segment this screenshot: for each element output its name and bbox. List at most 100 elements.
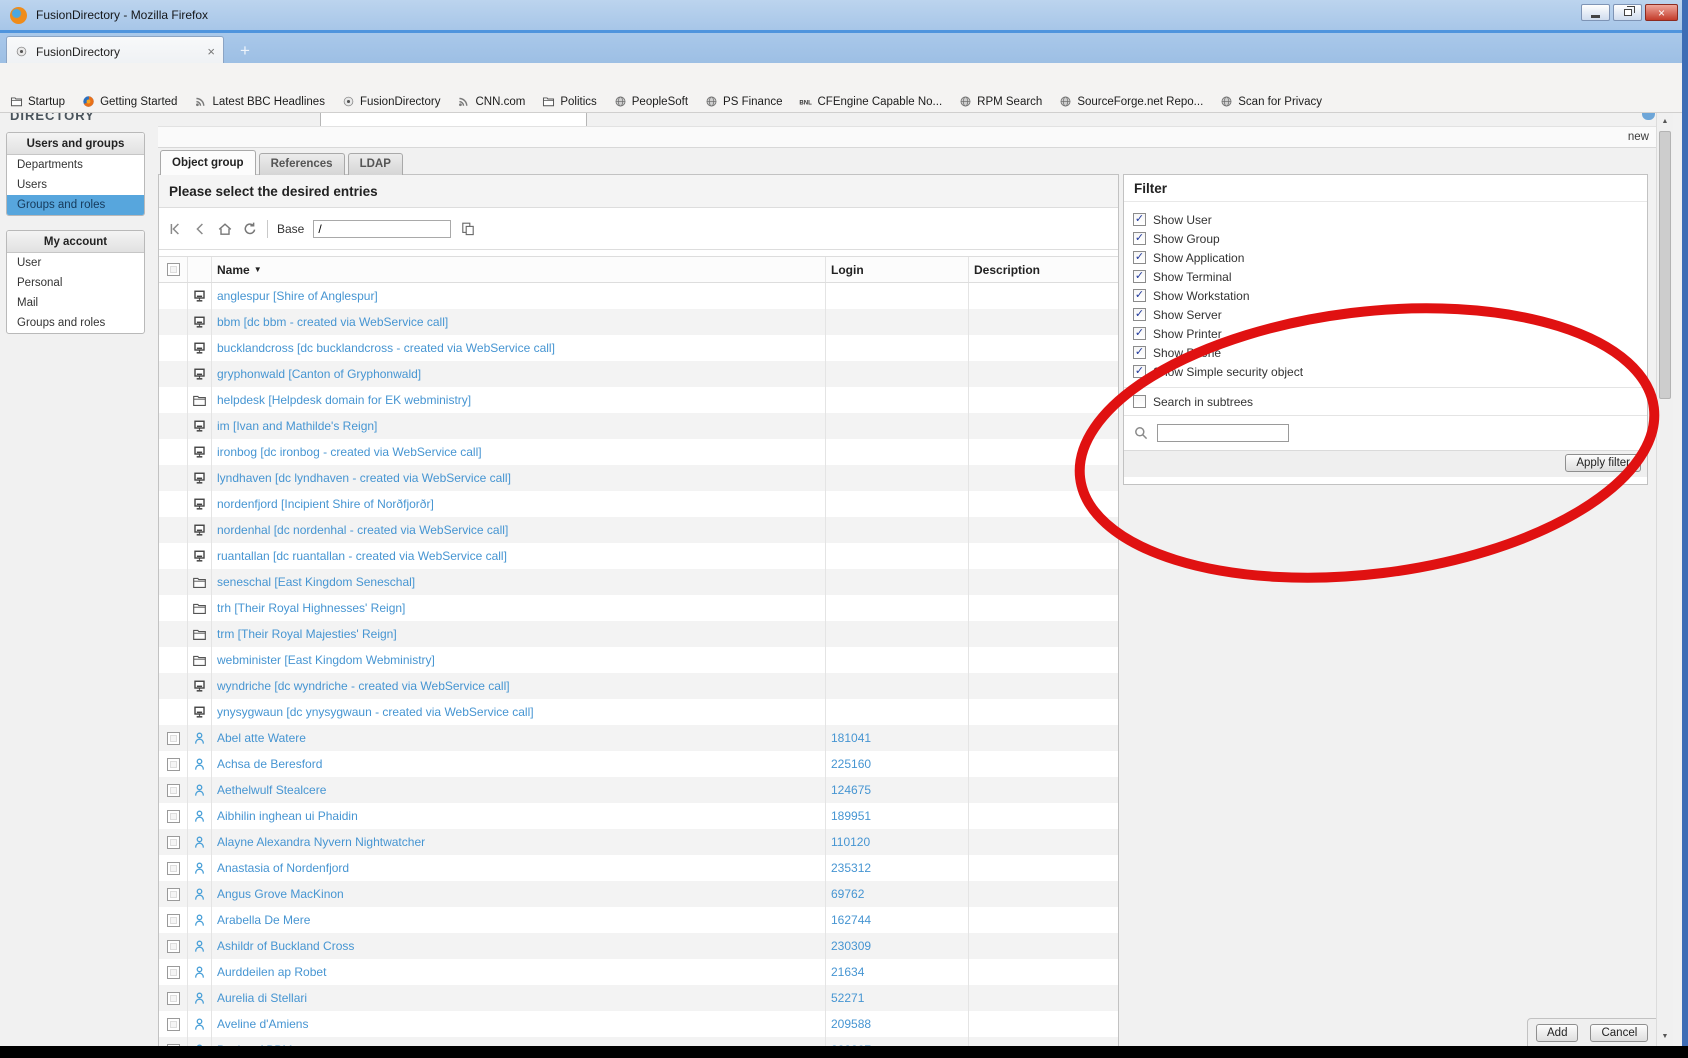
checkbox[interactable]: ✓ [1133, 308, 1146, 321]
entry-login-link[interactable]: 181041 [831, 731, 871, 745]
entry-name-link[interactable]: Ashildr of Buckland Cross [217, 939, 354, 953]
filter-option-show-printer[interactable]: ✓ Show Printer [1133, 324, 1647, 343]
checkbox[interactable]: ✓ [1133, 365, 1146, 378]
entry-login-link[interactable]: 162744 [831, 913, 871, 927]
entry-name-link[interactable]: Achsa de Beresford [217, 757, 322, 771]
base-submit-button[interactable] [460, 221, 476, 237]
table-row[interactable]: Aveline d'Amiens 209588 [159, 1011, 1118, 1037]
entry-name-link[interactable]: anglespur [Shire of Anglespur] [217, 289, 378, 303]
table-row[interactable]: Angus Grove MacKinon 69762 [159, 881, 1118, 907]
table-row[interactable]: lyndhaven [dc lyndhaven - created via We… [159, 465, 1118, 491]
row-checkbox[interactable] [166, 913, 180, 927]
table-row[interactable]: Arabella De Mere 162744 [159, 907, 1118, 933]
row-checkbox[interactable] [166, 939, 180, 953]
table-row[interactable]: Aurddeilen ap Robet 21634 [159, 959, 1118, 985]
apply-filter-button[interactable]: Apply filter [1565, 454, 1641, 472]
filter-option-show-phone[interactable]: ✓ Show Phone [1133, 343, 1647, 362]
entry-name-link[interactable]: ynysygwaun [dc ynysygwaun - created via … [217, 705, 534, 719]
entry-name-link[interactable]: ruantallan [dc ruantallan - created via … [217, 549, 507, 563]
row-checkbox[interactable] [166, 783, 180, 797]
bookmark-politics[interactable]: Politics [542, 95, 597, 108]
checkbox[interactable]: ✓ [1133, 289, 1146, 302]
sidebar-item-groups-and-roles[interactable]: Groups and roles [7, 195, 144, 215]
table-row[interactable]: nordenfjord [Incipient Shire of Norðfjor… [159, 491, 1118, 517]
tab-ldap[interactable]: LDAP [347, 153, 403, 175]
filter-option-show-terminal[interactable]: ✓ Show Terminal [1133, 267, 1647, 286]
sidebar-item-user[interactable]: User [7, 253, 144, 273]
table-row[interactable]: ironbog [dc ironbog - created via WebSer… [159, 439, 1118, 465]
entry-name-link[interactable]: webminister [East Kingdom Webministry] [217, 653, 435, 667]
base-input[interactable] [313, 219, 452, 238]
entry-name-link[interactable]: Aveline d'Amiens [217, 1017, 308, 1031]
entry-name-link[interactable]: lyndhaven [dc lyndhaven - created via We… [217, 471, 511, 485]
entry-name-link[interactable]: nordenfjord [Incipient Shire of Norðfjor… [217, 497, 434, 511]
table-row[interactable]: Achsa de Beresford 225160 [159, 751, 1118, 777]
tab-close-icon[interactable]: × [207, 44, 215, 59]
entry-login-link[interactable]: 52271 [831, 991, 864, 1005]
entry-name-link[interactable]: Aurelia di Stellari [217, 991, 307, 1005]
table-row[interactable]: webminister [East Kingdom Webministry] [159, 647, 1118, 673]
new-tab-button[interactable]: + [232, 40, 258, 63]
table-row[interactable]: Becky of BBM 228207 [159, 1037, 1118, 1046]
bookmark-scan-for-privacy[interactable]: Scan for Privacy [1220, 95, 1322, 108]
bookmark-sourceforge-net-repo[interactable]: SourceForge.net Repo... [1059, 95, 1203, 108]
column-header-description[interactable]: Description [969, 257, 1118, 282]
entry-name-link[interactable]: Becky of BBM [217, 1043, 292, 1046]
row-checkbox[interactable] [166, 1043, 180, 1046]
row-checkbox[interactable] [166, 731, 180, 745]
row-checkbox[interactable] [166, 861, 180, 875]
filter-option-show-workstation[interactable]: ✓ Show Workstation [1133, 286, 1647, 305]
entry-name-link[interactable]: bbm [dc bbm - created via WebService cal… [217, 315, 448, 329]
entry-name-link[interactable]: Aethelwulf Stealcere [217, 783, 326, 797]
table-row[interactable]: bucklandcross [dc bucklandcross - create… [159, 335, 1118, 361]
sidebar-item-mail[interactable]: Mail [7, 293, 144, 313]
table-row[interactable]: seneschal [East Kingdom Seneschal] [159, 569, 1118, 595]
bookmark-rpm-search[interactable]: RPM Search [959, 95, 1042, 108]
checkbox[interactable]: ✓ [1133, 251, 1146, 264]
checkbox[interactable]: ✓ [1133, 270, 1146, 283]
tab-references[interactable]: References [258, 153, 345, 175]
entry-name-link[interactable]: Aurddeilen ap Robet [217, 965, 326, 979]
filter-option-show-server[interactable]: ✓ Show Server [1133, 305, 1647, 324]
row-checkbox[interactable] [166, 835, 180, 849]
scroll-down-button[interactable]: ▼ [1657, 1029, 1673, 1045]
entry-name-link[interactable]: Alayne Alexandra Nyvern Nightwatcher [217, 835, 425, 849]
bookmark-ps-finance[interactable]: PS Finance [705, 95, 782, 108]
browser-tab[interactable]: FusionDirectory × [6, 36, 224, 66]
checkbox[interactable]: ✓ [1133, 346, 1146, 359]
column-header-login[interactable]: Login [826, 257, 969, 282]
table-row[interactable]: Ashildr of Buckland Cross 230309 [159, 933, 1118, 959]
table-row[interactable]: Alayne Alexandra Nyvern Nightwatcher 1101… [159, 829, 1118, 855]
entry-name-link[interactable]: Aibhilin inghean ui Phaidin [217, 809, 358, 823]
table-row[interactable]: gryphonwald [Canton of Gryphonwald] [159, 361, 1118, 387]
entry-name-link[interactable]: seneschal [East Kingdom Seneschal] [217, 575, 415, 589]
table-row[interactable]: im [Ivan and Mathilde's Reign] [159, 413, 1118, 439]
add-button[interactable]: Add [1536, 1024, 1579, 1042]
new-link[interactable]: new [1628, 127, 1649, 147]
row-checkbox[interactable] [166, 809, 180, 823]
window-close-button[interactable]: × [1645, 4, 1678, 21]
entry-login-link[interactable]: 189951 [831, 809, 871, 823]
table-row[interactable]: helpdesk [Helpdesk domain for EK webmini… [159, 387, 1118, 413]
sidebar-item-groups-and-roles[interactable]: Groups and roles [7, 313, 144, 333]
bookmark-latest-bbc-headlines[interactable]: Latest BBC Headlines [194, 95, 325, 108]
entry-login-link[interactable]: 110120 [831, 835, 870, 849]
table-row[interactable]: trh [Their Royal Highnesses' Reign] [159, 595, 1118, 621]
table-row[interactable]: Anastasia of Nordenfjord 235312 [159, 855, 1118, 881]
bookmark-getting-started[interactable]: Getting Started [82, 95, 177, 108]
entry-login-link[interactable]: 21634 [831, 965, 864, 979]
sidebar-item-departments[interactable]: Departments [7, 155, 144, 175]
bookmark-cfengine-capable-no[interactable]: CFEngine Capable No... [799, 95, 942, 108]
entry-name-link[interactable]: helpdesk [Helpdesk domain for EK webmini… [217, 393, 471, 407]
row-checkbox[interactable] [166, 887, 180, 901]
entry-name-link[interactable]: trm [Their Royal Majesties' Reign] [217, 627, 397, 641]
table-row[interactable]: ruantallan [dc ruantallan - created via … [159, 543, 1118, 569]
table-row[interactable]: Abel atte Watere 181041 [159, 725, 1118, 751]
filter-search-input[interactable] [1157, 424, 1289, 442]
checkbox[interactable]: ✓ [1133, 327, 1146, 340]
entry-name-link[interactable]: gryphonwald [Canton of Gryphonwald] [217, 367, 421, 381]
checkbox[interactable]: ✓ [1133, 213, 1146, 226]
entry-login-link[interactable]: 235312 [831, 861, 871, 875]
checkbox[interactable]: ✓ [1133, 232, 1146, 245]
table-row[interactable]: bbm [dc bbm - created via WebService cal… [159, 309, 1118, 335]
